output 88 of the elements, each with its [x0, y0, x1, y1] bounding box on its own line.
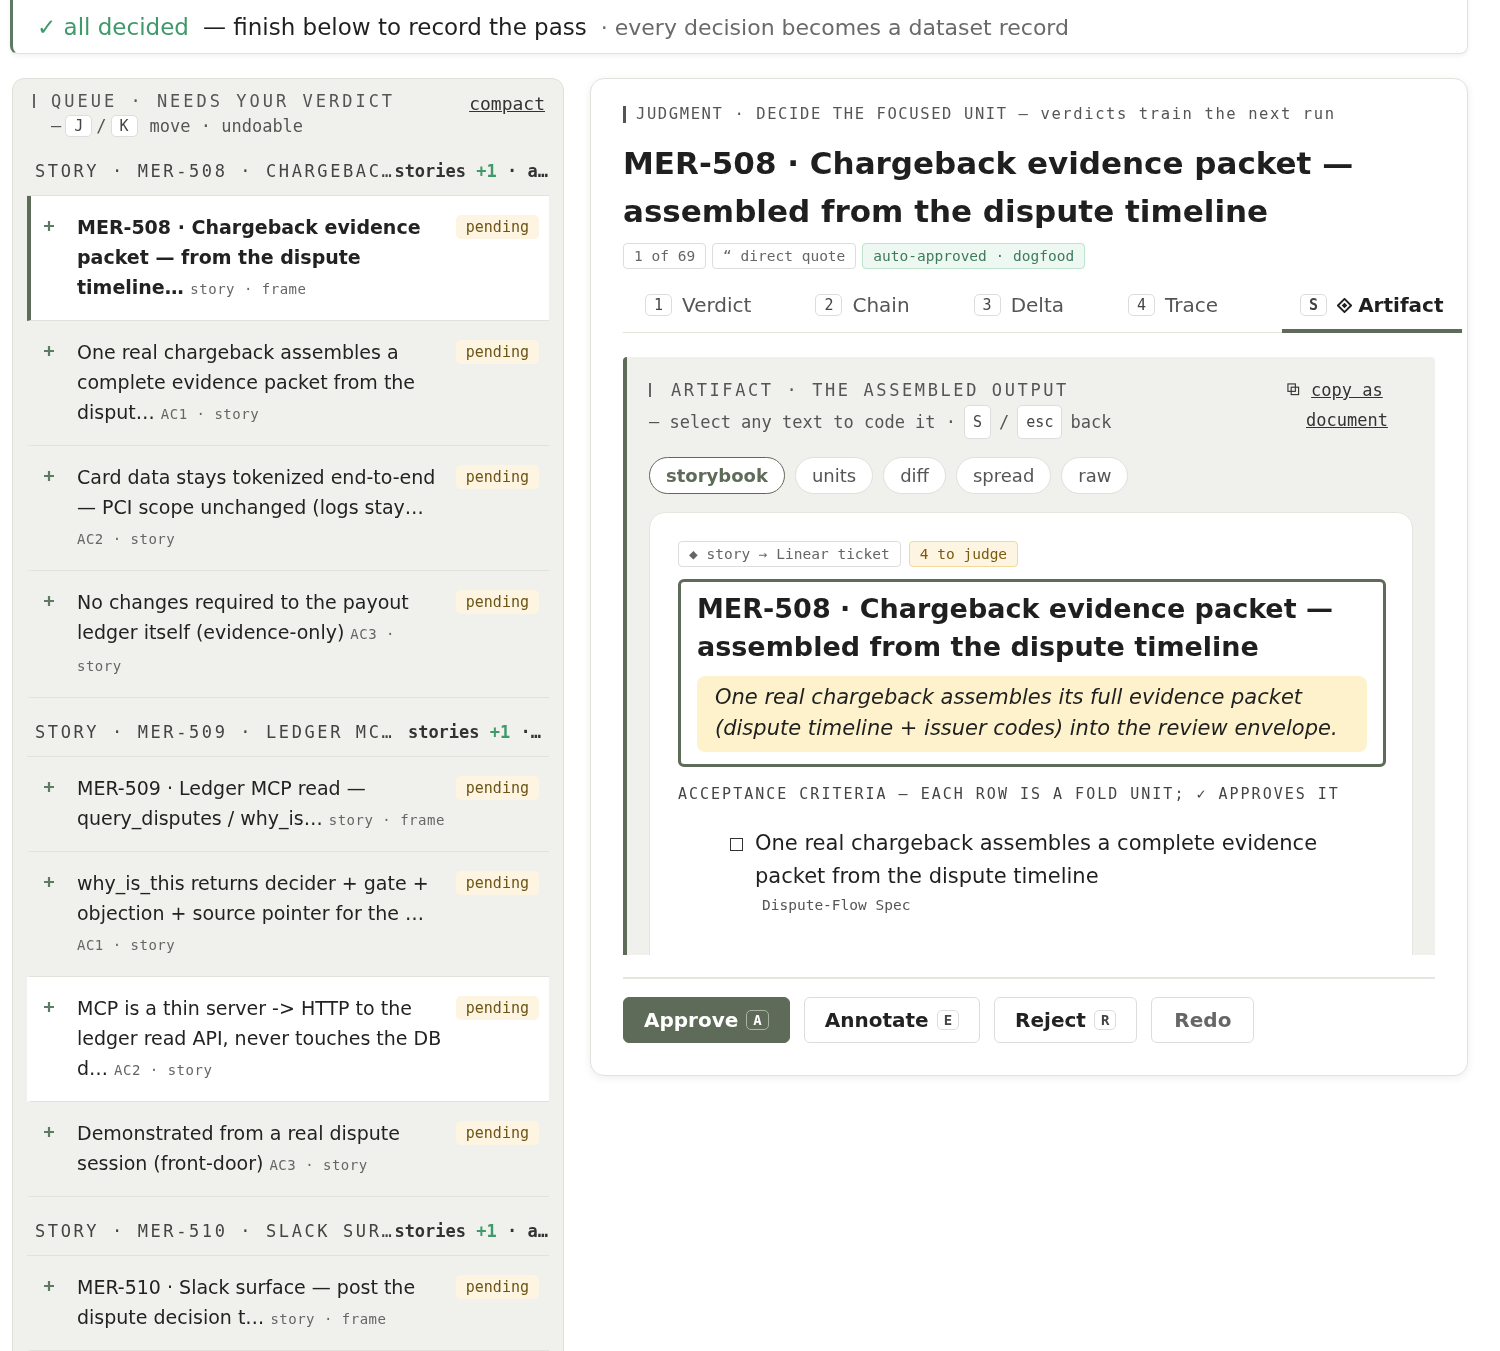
queue-item[interactable]: Demonstrated from a real dispute session (front-door) AC3 · story pending	[27, 1102, 549, 1197]
tab[interactable]: 4 Trace	[1128, 283, 1239, 333]
status-badge: pending	[455, 465, 539, 489]
view-toggle[interactable]: diff	[883, 457, 946, 494]
story-quote: One real chargeback assembles its full evidence packet (dispute timeline + issuer codes) into the review envelope.	[697, 676, 1367, 752]
view-toggle[interactable]: storybook	[649, 457, 785, 494]
criterion-text: One real chargeback assembles a complete evidence packet from the dispute timeline	[755, 830, 1319, 890]
plus-icon	[43, 1280, 55, 1292]
status-badge: pending	[455, 871, 539, 895]
checkbox[interactable]	[730, 838, 743, 851]
tab[interactable]: 2 Chain	[815, 283, 930, 333]
info-chip: 1 of 69	[623, 243, 707, 269]
group-count: stories +1 · a…	[394, 1221, 548, 1241]
item-title: Card data stays tokenized end-to-end — PCI scope unchanged (logs stay… AC2 · story	[77, 465, 437, 549]
key-separator: /	[96, 116, 107, 136]
tab[interactable]: 1 Verdict	[645, 283, 772, 333]
item-title: MER-508 · Chargeback evidence packet — from the dispute timeline… story · frame	[77, 215, 422, 300]
action-button[interactable]: Reject R	[994, 997, 1138, 1043]
key-cap: K	[110, 115, 138, 137]
group-label: STORY · MER-508 · CHARGEBAC…	[35, 161, 395, 181]
queue-item[interactable]: MER-508 · Chargeback evidence packet — from the dispute timeline… story · frame pending	[27, 196, 549, 321]
group-label: STORY · MER-510 · SLACK SUR…	[35, 1221, 395, 1241]
info-chip: “ direct quote	[712, 243, 857, 269]
key-cap: S	[964, 405, 992, 439]
source-chip: ◆ story → Linear ticket	[678, 541, 901, 567]
queue-title: QUEUE · NEEDS YOUR VERDICT	[51, 91, 396, 111]
group-label: STORY · MER-509 · LEDGER MC…	[35, 722, 395, 742]
plus-icon	[43, 220, 55, 232]
plus-icon	[43, 781, 55, 793]
key-cap: esc	[1017, 405, 1063, 439]
queue-item[interactable]: Card data stays tokenized end-to-end — PCI scope unchanged (logs stay… AC2 · story pending	[27, 446, 549, 571]
status-badge: pending	[455, 1275, 539, 1299]
view-toggle[interactable]: units	[794, 457, 874, 494]
item-title: No changes required to the payout ledger itself (evidence-only) AC3 · story	[77, 590, 410, 676]
queue-item[interactable]: One real chargeback assembles a complete evidence packet from the disput… AC1 · story pending	[27, 321, 549, 446]
status-badge: pending	[455, 215, 539, 239]
queue-item[interactable]: No changes required to the payout ledger itself (evidence-only) AC3 · story pending	[27, 571, 549, 698]
item-title: One real chargeback assembles a complete evidence packet from the disput… AC1 · story	[77, 340, 417, 425]
copy-icon	[1287, 383, 1300, 396]
item-title: MER-510 · Slack surface — post the dispute decision t… story · frame	[77, 1275, 417, 1330]
story-title: MER-508 · Chargeback evidence packet — assembled from the dispute timeline	[697, 592, 1334, 664]
artifact-hint: back	[1070, 411, 1112, 434]
key-separator: /	[999, 411, 1010, 434]
status-badge: pending	[455, 776, 539, 800]
hint-dash: —	[51, 116, 62, 136]
info-chip: auto-approved · dogfood	[862, 243, 1086, 269]
status-text: ✓ all decided	[37, 14, 189, 40]
plus-icon	[43, 345, 55, 357]
section-eyebrow: JUDGMENT · DECIDE THE FOCUSED UNIT — verdicts train the next run	[636, 105, 1336, 123]
diamond-icon	[1337, 297, 1353, 313]
group-count: stories +1 ·…	[407, 722, 541, 742]
hint-text: move · undoable	[149, 116, 304, 136]
group-count: stories +1 · a…	[394, 161, 548, 181]
tab[interactable]: S Artifact	[1282, 283, 1462, 333]
criterion-source: Dispute-Flow Spec	[762, 897, 912, 913]
queue-item[interactable]: MER-510 · Slack surface — post the dispute decision t… story · frame pending	[27, 1256, 549, 1351]
plus-icon	[43, 470, 55, 482]
action-button[interactable]: Redo	[1151, 997, 1255, 1043]
tab[interactable]: 3 Delta	[973, 283, 1084, 333]
status-badge: pending	[455, 340, 539, 364]
item-title: MCP is a thin server -> HTTP to the ledger read API, never touches the DB d… AC2 · story	[77, 996, 443, 1081]
queue-item[interactable]: MCP is a thin server -> HTTP to the ledger read API, never touches the DB d… AC2 · story pending	[27, 977, 549, 1102]
status-badge: pending	[455, 996, 539, 1020]
banner-message: — finish below to record the pass	[202, 14, 587, 40]
copy-document-link[interactable]: copy as document	[1306, 375, 1388, 435]
item-title: Demonstrated from a real dispute session (front-door) AC3 · story	[77, 1121, 401, 1176]
view-toggle[interactable]: raw	[1061, 457, 1129, 494]
section-mark-icon	[623, 105, 626, 123]
unit-title: MER-508 · Chargeback evidence packet — assembled from the dispute timeline	[623, 144, 1355, 231]
compact-link[interactable]: compact	[469, 93, 545, 137]
item-title: MER-509 · Ledger MCP read — query_disputes / why_is… story · frame	[77, 776, 446, 832]
plus-icon	[43, 876, 55, 888]
status-badge: pending	[455, 1121, 539, 1145]
count-chip: 4 to judge	[908, 541, 1019, 567]
banner-note: · every decision becomes a dataset record	[600, 14, 1069, 40]
view-toggle[interactable]: spread	[956, 457, 1052, 494]
artifact-heading: ARTIFACT · THE ASSEMBLED OUTPUT	[671, 379, 1069, 402]
plus-icon	[43, 1001, 55, 1013]
status-badge: pending	[455, 590, 539, 614]
plus-icon	[43, 1126, 55, 1138]
action-button[interactable]: Approve A	[623, 997, 790, 1043]
criteria-label: ACCEPTANCE CRITERIA — EACH ROW IS A FOLD UNIT; ✓ APPROVES IT	[678, 785, 1341, 803]
queue-item[interactable]: MER-509 · Ledger MCP read — query_disputes / why_is… story · frame pending	[27, 757, 549, 852]
plus-icon	[43, 595, 55, 607]
artifact-hint: — select any text to code it ·	[649, 411, 957, 434]
action-button[interactable]: Annotate E	[803, 997, 981, 1043]
item-title: why_is_this returns decider + gate + objection + source pointer for the … AC1 · story	[77, 871, 430, 955]
key-cap: J	[65, 115, 93, 137]
